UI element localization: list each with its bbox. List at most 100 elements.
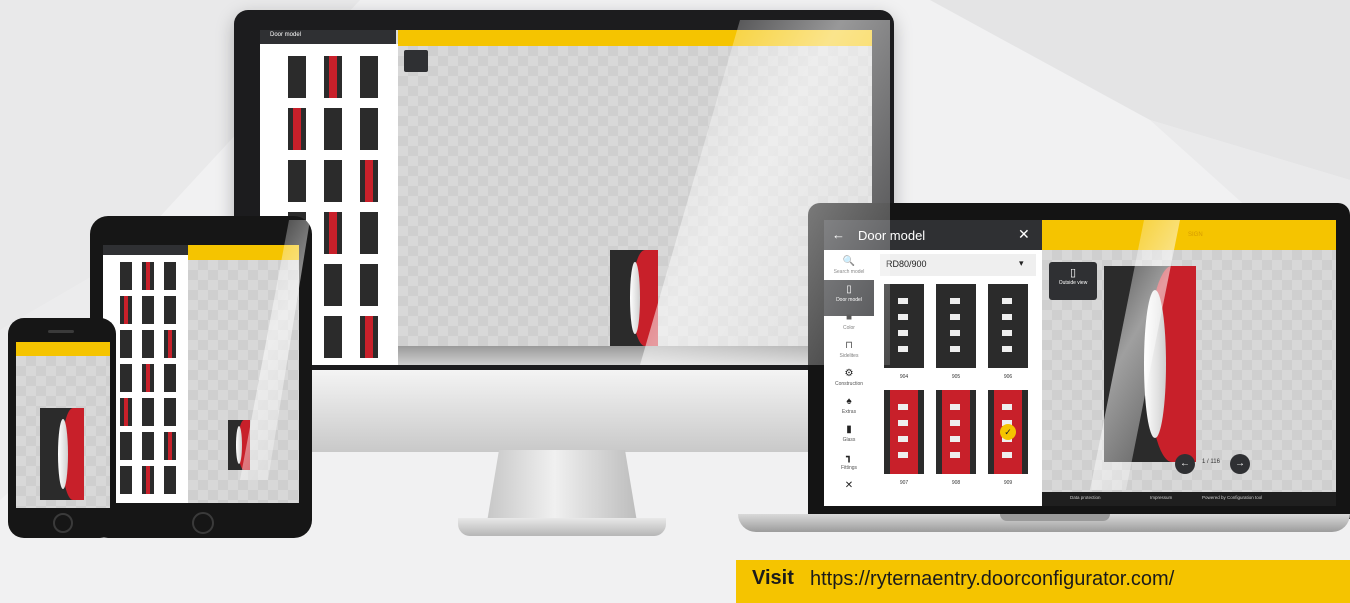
tablet-model-thumbnail[interactable]	[142, 398, 154, 426]
model-code-label: 906	[1003, 374, 1013, 380]
monitor-model-thumbnail[interactable]	[288, 108, 306, 150]
tablet-model-thumbnail[interactable]	[120, 330, 132, 358]
monitor-model-thumbnail[interactable]	[360, 160, 378, 202]
color-square-icon: ■	[845, 312, 853, 323]
door-view-icon: ▯	[1069, 267, 1077, 279]
monitor-model-thumbnail[interactable]	[324, 56, 342, 98]
monitor-model-thumbnail[interactable]	[324, 160, 342, 202]
tablet-model-thumbnail[interactable]	[120, 296, 132, 324]
monitor-model-thumbnail[interactable]	[360, 316, 378, 358]
glass-insert	[898, 314, 908, 320]
back-arrow-icon[interactable]: ←	[832, 227, 845, 242]
tablet-model-thumbnail[interactable]	[142, 330, 154, 358]
tablet-model-thumbnail[interactable]	[142, 296, 154, 324]
sidebar-item-label: Extras	[841, 409, 857, 415]
glass-insert	[950, 420, 960, 426]
glass-insert	[1002, 452, 1012, 458]
glass-insert	[898, 330, 908, 336]
monitor-model-thumbnail[interactable]	[324, 108, 342, 150]
red-panel-accent	[167, 330, 173, 358]
tablet-model-thumbnail[interactable]	[120, 398, 132, 426]
model-thumbnail[interactable]	[936, 284, 976, 368]
handle-icon: ┓	[845, 452, 853, 463]
visit-label: Visit	[752, 567, 794, 589]
monitor-model-thumbnail[interactable]	[324, 212, 342, 254]
tablet-model-thumbnail[interactable]	[142, 364, 154, 392]
model-code-label: 907	[899, 480, 909, 486]
sidebar-item-tools[interactable]: ✕	[824, 476, 874, 512]
next-button[interactable]: →	[1230, 454, 1250, 474]
selected-check-icon: ✓	[1000, 424, 1016, 440]
glass-insert	[950, 298, 960, 304]
glass-insert	[1002, 330, 1012, 336]
tablet-model-thumbnail[interactable]	[164, 466, 176, 494]
glass-insert	[898, 436, 908, 442]
outside-view-button[interactable]: ▯ Outside view	[1049, 262, 1097, 300]
sidebar-item-label: Search model	[833, 269, 865, 275]
red-panel-accent	[123, 398, 129, 426]
monitor-model-thumbnail[interactable]	[360, 108, 378, 150]
tablet-panel-titlebar	[103, 245, 188, 255]
tablet-model-thumbnail[interactable]	[120, 364, 132, 392]
phone-top-bar	[16, 342, 110, 356]
tablet-model-thumbnail[interactable]	[120, 432, 132, 460]
glass-insert	[1002, 314, 1012, 320]
sidebar-item-label: Door model	[836, 297, 862, 303]
laptop-door-preview	[1104, 266, 1196, 462]
tablet-model-thumbnail[interactable]	[164, 296, 176, 324]
gear-icon: ⚙	[844, 368, 854, 379]
sidebar-item-label: Construction	[834, 381, 864, 387]
model-thumbnail[interactable]	[884, 284, 924, 368]
monitor-model-thumbnail[interactable]	[360, 264, 378, 306]
footer-powered-by: Powered by Configuration tool	[1202, 495, 1263, 500]
footer-link-data-protection[interactable]: Data protection	[1070, 495, 1101, 500]
monitor-model-thumbnail[interactable]	[288, 56, 306, 98]
phone-home-button[interactable]	[53, 513, 73, 533]
sidelites-icon: ⊓	[845, 340, 853, 351]
sidebar-item-label: Fittings	[840, 465, 858, 471]
monitor-outside-view-button[interactable]	[404, 50, 428, 72]
model-thumbnail[interactable]: ✓	[988, 390, 1028, 474]
monitor-model-thumbnail[interactable]	[360, 212, 378, 254]
monitor-model-thumbnail[interactable]	[360, 56, 378, 98]
monitor-floor-strip	[398, 346, 872, 365]
tablet-model-thumbnail[interactable]	[164, 432, 176, 460]
monitor-model-thumbnail[interactable]	[288, 160, 306, 202]
glass-insert	[1002, 298, 1012, 304]
close-icon[interactable]: ✕	[1018, 226, 1030, 243]
tablet-model-thumbnail[interactable]	[164, 398, 176, 426]
glass-insert	[950, 330, 960, 336]
tablet-model-thumbnail[interactable]	[164, 364, 176, 392]
door-icon: ▯	[846, 284, 852, 295]
model-thumbnail[interactable]	[936, 390, 976, 474]
monitor-model-thumbnail[interactable]	[324, 264, 342, 306]
visit-url-link[interactable]: https://ryternaentry.doorconfigurator.co…	[810, 568, 1174, 591]
red-panel-accent	[145, 262, 151, 290]
sidebar-item-label: Sidelites	[839, 353, 859, 359]
tablet-model-thumbnail[interactable]	[120, 466, 132, 494]
model-code-label: 908	[951, 480, 961, 486]
phone-speaker	[48, 330, 74, 333]
chevron-down-icon: ▾	[1019, 258, 1024, 268]
monitor-model-thumbnail[interactable]	[324, 316, 342, 358]
tablet-model-thumbnail[interactable]	[142, 262, 154, 290]
outside-view-label: Outside view	[1058, 280, 1088, 286]
tools-icon: ✕	[844, 480, 854, 491]
red-panel-accent	[123, 296, 129, 324]
tablet-model-thumbnail[interactable]	[142, 466, 154, 494]
prev-button[interactable]: ←	[1175, 454, 1195, 474]
tablet-home-button[interactable]	[192, 512, 214, 534]
tablet-model-thumbnail[interactable]	[120, 262, 132, 290]
model-thumbnail[interactable]	[884, 390, 924, 474]
tablet-model-thumbnail[interactable]	[164, 330, 176, 358]
tablet-model-thumbnail[interactable]	[164, 262, 176, 290]
footer-link-impressum[interactable]: Impressum	[1150, 495, 1172, 500]
pager-text: 1 / 116	[1202, 459, 1220, 465]
glass-insert	[950, 452, 960, 458]
panel-titlebar	[824, 220, 1042, 250]
top-bar-label[interactable]: SIGN	[1188, 232, 1203, 238]
red-panel-accent	[167, 432, 173, 460]
tablet-model-thumbnail[interactable]	[142, 432, 154, 460]
model-thumbnail[interactable]	[988, 284, 1028, 368]
bell-icon: ♠	[846, 396, 852, 407]
